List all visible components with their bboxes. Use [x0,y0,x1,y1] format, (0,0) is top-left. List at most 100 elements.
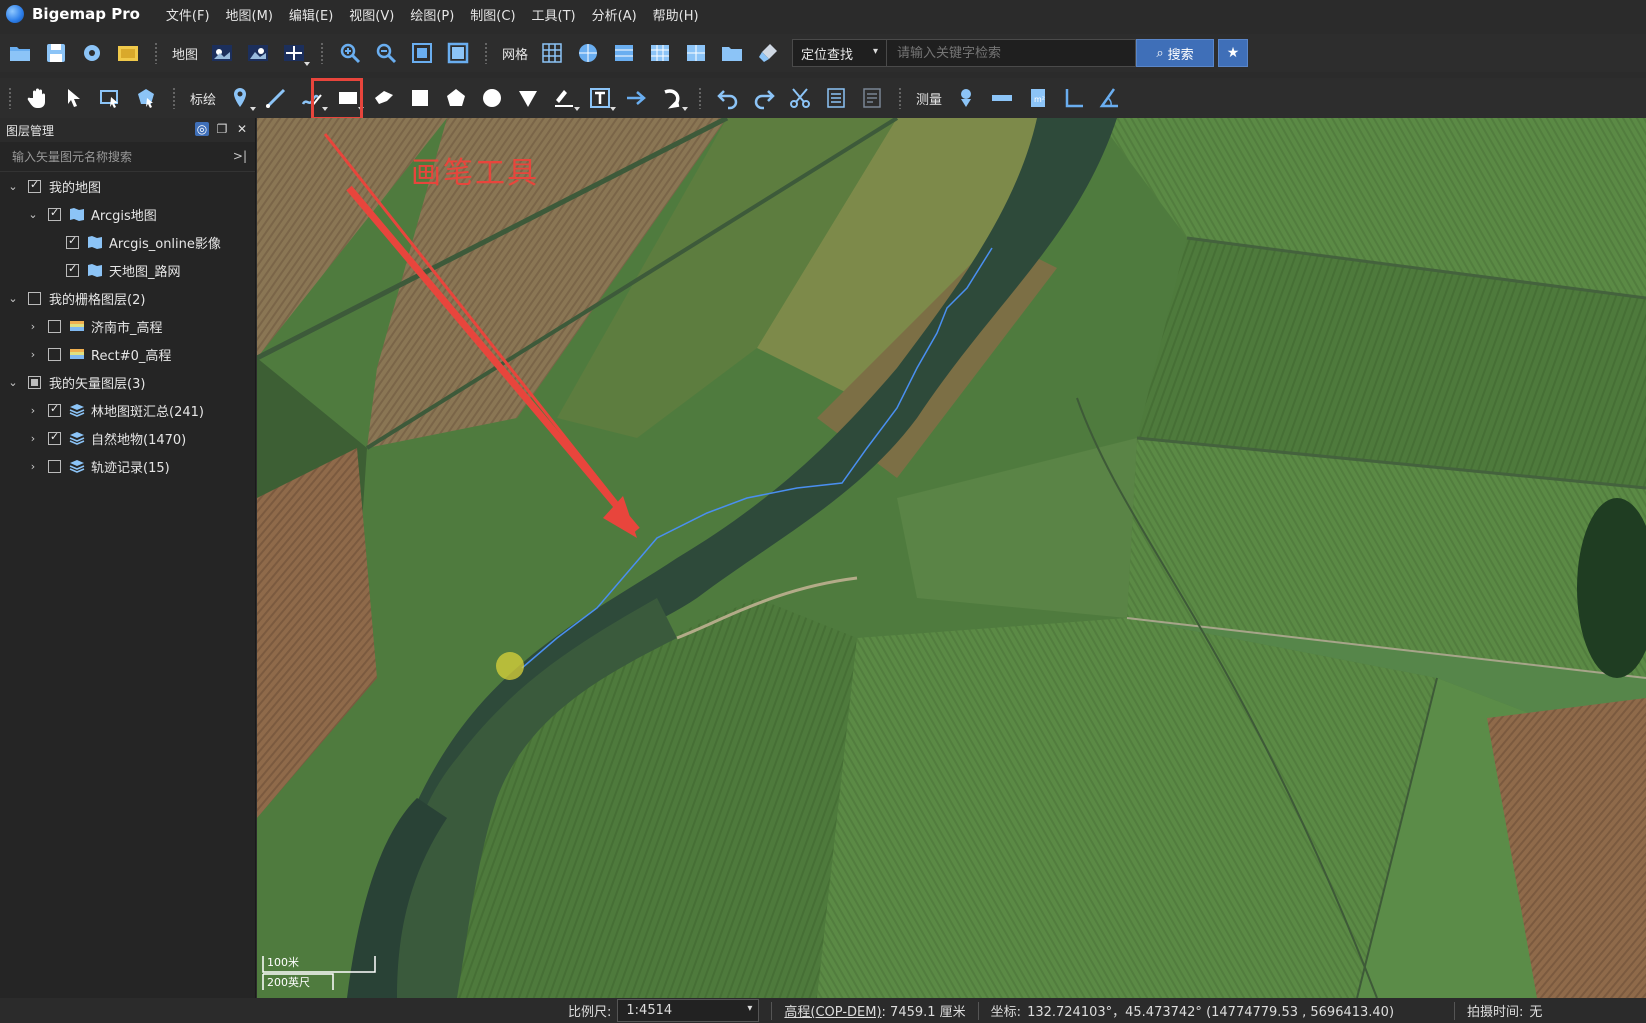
chevron-right-icon[interactable]: › [26,348,40,361]
chevron-right-icon[interactable]: › [26,432,40,445]
chevron-right-icon[interactable]: › [26,404,40,417]
layer-label: Arcgis地图 [91,208,157,224]
grid-button[interactable] [538,39,566,67]
close-icon[interactable]: ✕ [235,122,249,136]
polygon-select-button[interactable] [132,84,160,112]
full-extent-button[interactable] [444,39,472,67]
map-canvas[interactable]: 画笔工具 100米 200英尺 [257,118,1646,998]
collapse-panel-icon[interactable]: >| [233,149,247,163]
layer-tree-item[interactable]: 天地图_路网 [0,256,255,284]
menu-cartography[interactable]: 制图(C) [462,5,523,24]
settings-button[interactable] [78,39,106,67]
menu-file[interactable]: 文件(F) [158,5,218,24]
layer-tree-item[interactable]: ⌄ 我的地图 [0,172,255,200]
layer-checkbox[interactable] [28,375,41,389]
layer-label: 我的栅格图层(2) [49,292,146,308]
chevron-right-icon[interactable]: › [26,320,40,333]
properties-button[interactable] [858,84,886,112]
utm-grid-button[interactable] [574,39,602,67]
rect-select-button[interactable] [96,84,124,112]
layer-checkbox[interactable] [66,262,79,277]
locate-layer-icon[interactable]: ◎ [195,122,209,136]
menu-tools[interactable]: 工具(T) [524,5,584,24]
undo-button[interactable] [714,84,742,112]
curved-arrow-tool-button[interactable] [658,84,689,112]
pentagon-tool-button[interactable] [442,84,470,112]
layer-checkbox[interactable] [28,291,41,305]
cut-button[interactable] [786,84,814,112]
scale-select[interactable]: 1:4514 ▾ [617,999,760,1022]
measure-angle-button[interactable] [1096,84,1124,112]
text-tool-button[interactable] [586,84,617,112]
measure-area-button[interactable]: m² [1024,84,1052,112]
image-button[interactable] [114,39,142,67]
elevation-source-link[interactable]: 高程(COP-DEM) [784,1001,881,1020]
chevron-down-icon[interactable]: ⌄ [6,376,20,389]
map-source-3-button[interactable] [280,39,311,67]
layer-checkbox[interactable] [48,347,61,361]
map-source-1-button[interactable] [208,39,236,67]
freeform-polygon-button[interactable] [370,84,398,112]
layer-tree-item[interactable]: › 轨迹记录(15) [0,452,255,480]
attribute-table-button[interactable] [822,84,850,112]
locate-mode-select[interactable]: 定位查找 ▾ [793,40,888,66]
menu-edit[interactable]: 编辑(E) [281,5,341,24]
layer-panel: 图层管理 ◎ ❐ ✕ 输入矢量图元名称搜索 >| ⌄ 我的地图 ⌄ Arcgis地图 A… [0,118,256,998]
text-underline-tool-button[interactable] [550,84,581,112]
folder-button[interactable] [718,39,746,67]
layer-tree-item[interactable]: › 林地图斑汇总(241) [0,396,255,424]
layer-checkbox[interactable] [48,206,61,221]
menu-map[interactable]: 地图(M) [218,5,281,24]
map-source-2-button[interactable] [244,39,272,67]
search-input[interactable] [887,40,1136,66]
layer-checkbox[interactable] [66,234,79,249]
layer-checkbox[interactable] [48,319,61,333]
layer-tree-item[interactable]: ⌄ Arcgis地图 [0,200,255,228]
layer-tree-item[interactable]: › 自然地物(1470) [0,424,255,452]
chevron-right-icon[interactable]: › [26,460,40,473]
search-button[interactable]: ⌕ 搜索 [1136,39,1215,67]
nm-grid-button[interactable] [646,39,674,67]
clear-button[interactable] [754,39,782,67]
circle-tool-button[interactable] [478,84,506,112]
layer-checkbox[interactable] [48,430,61,445]
chevron-down-icon[interactable]: ⌄ [6,180,20,193]
km-grid-button[interactable] [610,39,638,67]
chevron-down-icon[interactable]: ⌄ [26,208,40,221]
menu-help[interactable]: 帮助(H) [645,5,707,24]
open-folder-button[interactable] [6,39,34,67]
zoom-in-button[interactable] [336,39,364,67]
favorite-button[interactable]: ★ [1218,39,1249,67]
measure-point-button[interactable] [952,84,980,112]
measure-height-button[interactable] [1060,84,1088,112]
select-tool-button[interactable] [60,84,88,112]
layer-tree-item[interactable]: › Rect#0_高程 [0,340,255,368]
line-tool-button[interactable] [262,84,290,112]
save-button[interactable] [42,39,70,67]
measure-distance-button[interactable] [988,84,1016,112]
map-pin-icon [234,88,247,107]
marker-tool-button[interactable] [226,84,257,112]
layer-checkbox[interactable] [28,178,41,193]
mgrs-grid-button[interactable] [682,39,710,67]
layer-tree-item[interactable]: Arcgis_online影像 [0,228,255,256]
sector-tool-button[interactable] [514,84,542,112]
square-tool-button[interactable] [406,84,434,112]
chevron-down-icon[interactable]: ⌄ [6,292,20,305]
layer-search-field[interactable]: 输入矢量图元名称搜索 >| [0,142,255,172]
layer-checkbox[interactable] [48,402,61,417]
zoom-out-button[interactable] [372,39,400,67]
pan-tool-button[interactable] [24,84,52,112]
dropdown-arrow-icon [304,62,311,66]
menu-draw[interactable]: 绘图(P) [402,5,462,24]
layer-tree-item[interactable]: › 济南市_高程 [0,312,255,340]
layer-tree-item[interactable]: ⌄ 我的栅格图层(2) [0,284,255,312]
arrow-tool-button[interactable] [622,84,650,112]
menu-analysis[interactable]: 分析(A) [584,5,645,24]
redo-button[interactable] [750,84,778,112]
float-panel-icon[interactable]: ❐ [215,122,229,136]
menu-view[interactable]: 视图(V) [341,5,402,24]
zoom-extent-button[interactable] [408,39,436,67]
layer-tree-item[interactable]: ⌄ 我的矢量图层(3) [0,368,255,396]
layer-checkbox[interactable] [48,459,61,473]
